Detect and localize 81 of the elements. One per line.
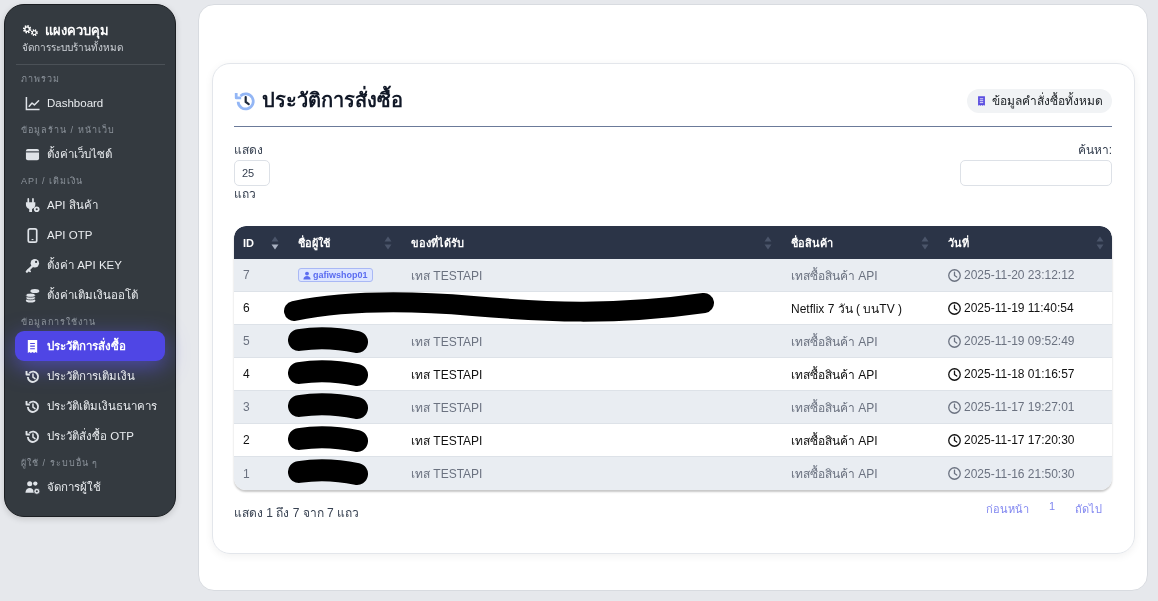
product-name: เทสซื้อสินค้า API [791, 464, 878, 483]
clock-icon [948, 301, 961, 315]
item-name: เทส TESTAPI [411, 399, 483, 417]
clock-icon [948, 467, 961, 480]
sidebar-subtitle: จัดการระบบร้านทั้งหมด [22, 41, 124, 54]
item-name: เทส TESTAPI [411, 366, 483, 384]
order-date: 2025-11-19 09:52:49 [964, 334, 1075, 348]
sidebar-item[interactable]: ประวัติการเติมเงิน [15, 361, 165, 391]
users-icon [25, 479, 40, 495]
order-id: 5 [243, 334, 250, 348]
item-name: เทส TESTAPI [411, 333, 483, 351]
receipt-icon [976, 93, 987, 108]
item-name: เทส TESTAPI [411, 466, 483, 483]
sidebar-item[interactable]: ตั้งค่า API KEY [15, 250, 165, 280]
order-id: 6 [243, 301, 250, 315]
history-icon [25, 428, 40, 444]
table-summary: แสดง 1 ถึง 7 จาก 7 แถว [234, 505, 360, 522]
sidebar-item[interactable]: ประวัติเติมเงินธนาคาร [15, 391, 165, 421]
product-name: เทสซื้อสินค้า API [791, 332, 878, 351]
sidebar-section-heading: ข้อมูลการใช้งาน [21, 316, 97, 329]
clock-icon [948, 334, 961, 348]
order-date: 2025-11-17 17:20:30 [964, 433, 1075, 447]
sidebar-section-heading: ผู้ใช้ / ระบบอื่น ๆ [21, 456, 99, 470]
sidebar-item[interactable]: จัดการผู้ใช้ [15, 472, 165, 502]
length-label: แถว [234, 187, 256, 201]
phone-icon [25, 227, 40, 243]
coins-icon [25, 287, 40, 303]
sidebar-item[interactable]: ประวัติการสั่งซื้อ [15, 331, 165, 361]
order-id: 3 [243, 400, 250, 414]
column-header[interactable]: ID [243, 236, 254, 249]
item-name: เทส TESTAPI [411, 432, 483, 450]
sidebar-title: แผงควบคุม [45, 21, 109, 40]
page-length-select[interactable]: 25 [234, 160, 270, 186]
sidebar-section-heading: ข้อมูลร้าน / หน้าเว็บ [21, 123, 116, 137]
item-name: เทส TESTAPI [411, 267, 483, 285]
sidebar-item[interactable]: ประวัติสั่งซื้อ OTP [15, 421, 165, 451]
product-name: เทสซื้อสินค้า API [791, 266, 878, 285]
clock-icon [948, 400, 961, 414]
order-id: 1 [243, 466, 250, 481]
receipt-icon [25, 338, 40, 354]
product-name: Netflix 7 วัน ( บนTV ) [791, 300, 902, 318]
order-date: 2025-11-19 11:40:54 [964, 301, 1074, 315]
chart-icon [25, 95, 40, 111]
key-icon [25, 257, 40, 273]
order-id: 4 [243, 367, 250, 381]
clock-icon [948, 367, 961, 381]
username: gafiwshop01 [313, 270, 368, 280]
window-icon [25, 146, 40, 162]
clock-icon [948, 433, 961, 447]
sidebar-item[interactable]: API OTP [15, 220, 165, 250]
person-icon [303, 270, 311, 280]
column-header[interactable]: วันที่ [948, 233, 969, 252]
sidebar-item[interactable]: API สินค้า [15, 190, 165, 220]
sidebar-item[interactable]: ตั้งค่าเว็บไซต์ [15, 139, 165, 169]
sidebar-section-heading: ภาพรวม [21, 73, 61, 86]
column-header[interactable]: ของที่ได้รับ [411, 233, 464, 252]
sidebar-item[interactable]: Dashboard [15, 88, 165, 118]
search-label: ค้นหา: [1077, 143, 1112, 157]
order-id: 2 [243, 433, 250, 447]
plug-icon [25, 197, 40, 213]
length-label: แสดง [234, 143, 263, 157]
sidebar-section-heading: API / เติมเงิน [21, 175, 84, 188]
history-icon [234, 89, 256, 112]
product-name: เทสซื้อสินค้า API [791, 365, 878, 384]
product-name: เทสซื้อสินค้า API [791, 431, 878, 450]
order-date: 2025-11-18 01:16:57 [964, 367, 1075, 381]
clock-icon [948, 268, 961, 282]
product-name: เทสซื้อสินค้า API [791, 398, 878, 417]
order-id: 7 [243, 268, 250, 282]
search-field[interactable] [960, 160, 1112, 186]
column-header[interactable]: ชื่อสินค้า [791, 233, 833, 252]
history-icon [25, 398, 40, 414]
order-date: 2025-11-17 19:27:01 [964, 400, 1075, 414]
gears-icon [22, 23, 39, 37]
column-header[interactable]: ชื่อผู้ใช้ [298, 233, 330, 252]
order-date: 2025-11-20 23:12:12 [964, 268, 1075, 282]
sidebar-item[interactable]: ตั้งค่าเติมเงินออโต้ [15, 280, 165, 310]
order-date: 2025-11-16 21:50:30 [964, 466, 1075, 481]
history-icon [25, 368, 40, 384]
sort-icon[interactable] [271, 235, 279, 250]
all-orders-button[interactable]: ข้อมูลคำสั่งซื้อทั้งหมด [967, 88, 1112, 113]
